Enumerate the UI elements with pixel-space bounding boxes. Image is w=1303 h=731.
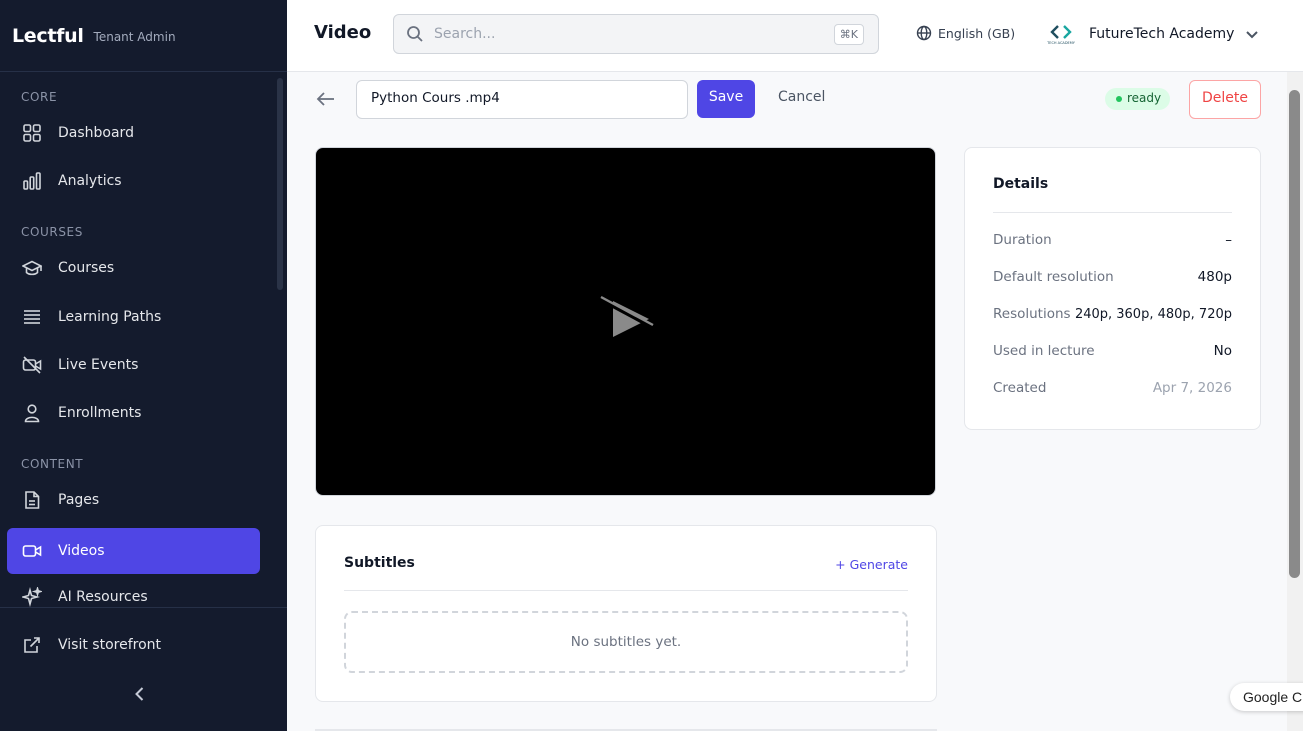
detail-row-duration: Duration – xyxy=(993,230,1232,250)
arrow-left-icon xyxy=(316,92,334,106)
detail-row-used-in-lecture: Used in lecture No xyxy=(993,341,1232,361)
layers-icon xyxy=(22,307,42,327)
section-content: CONTENT xyxy=(21,457,84,471)
search-input[interactable] xyxy=(434,26,814,42)
detail-row-resolutions: Resolutions 240p, 360p, 480p, 720p xyxy=(993,304,1232,324)
language-label: English (GB) xyxy=(938,25,1016,41)
top-bar: Video ⌘K English (GB) TECH ACADEMY Futur… xyxy=(287,0,1303,72)
subtitles-card: Subtitles + Generate No subtitles yet. xyxy=(315,525,937,702)
detail-key: Used in lecture xyxy=(993,343,1095,359)
video-player[interactable] xyxy=(315,147,936,496)
detail-key: Duration xyxy=(993,232,1052,248)
search-shortcut-badge: ⌘K xyxy=(833,24,864,45)
subtitles-title: Subtitles xyxy=(344,555,415,571)
org-switcher[interactable]: TECH ACADEMY FutureTech Academy xyxy=(1047,20,1260,48)
collapse-sidebar-button[interactable] xyxy=(130,682,150,706)
subtitles-divider xyxy=(344,590,908,591)
sidebar-item-label: Dashboard xyxy=(58,125,134,141)
external-link-icon xyxy=(22,635,42,655)
user-icon xyxy=(22,403,42,423)
detail-value: 480p xyxy=(1197,269,1232,285)
detail-key: Created xyxy=(993,380,1047,396)
save-button[interactable]: Save xyxy=(697,80,755,118)
detail-row-default-resolution: Default resolution 480p xyxy=(993,267,1232,287)
details-divider xyxy=(993,212,1232,213)
org-name: FutureTech Academy xyxy=(1089,26,1235,42)
detail-key: Default resolution xyxy=(993,269,1114,285)
grid-icon xyxy=(22,123,42,143)
status-label: ready xyxy=(1127,91,1162,105)
org-logo: TECH ACADEMY xyxy=(1047,20,1075,48)
globe-icon xyxy=(916,25,932,41)
sparkles-icon xyxy=(22,587,42,607)
sidebar-nav: CORE Dashboard Analytics COURSES Courses xyxy=(0,72,287,607)
delete-button[interactable]: Delete xyxy=(1189,80,1261,119)
detail-value: No xyxy=(1213,343,1232,359)
sidebar-item-videos[interactable]: Videos xyxy=(7,528,260,574)
generate-subtitles-button[interactable]: + Generate xyxy=(835,557,908,572)
sidebar-item-ai-resources[interactable]: AI Resources xyxy=(7,574,260,607)
cancel-button[interactable]: Cancel xyxy=(770,80,833,114)
sidebar-item-label: Enrollments xyxy=(58,405,142,421)
language-selector[interactable]: English (GB) xyxy=(916,25,1015,41)
sidebar: Lectful Tenant Admin CORE Dashboard Anal… xyxy=(0,0,287,731)
status-badge: ready xyxy=(1105,88,1171,110)
brand-name[interactable]: Lectful xyxy=(12,25,84,47)
detail-row-created: Created Apr 7, 2026 xyxy=(993,378,1232,398)
sidebar-item-live-events[interactable]: Live Events xyxy=(7,342,260,388)
details-card: Details Duration – Default resolution 48… xyxy=(964,147,1261,430)
sidebar-item-dashboard[interactable]: Dashboard xyxy=(7,110,260,156)
file-icon xyxy=(22,490,42,510)
sidebar-footer: Visit storefront xyxy=(0,607,287,731)
detail-value: Apr 7, 2026 xyxy=(1152,380,1232,396)
sidebar-scrollbar[interactable] xyxy=(277,78,283,290)
section-courses: COURSES xyxy=(21,225,83,239)
section-core: CORE xyxy=(21,90,58,104)
sidebar-item-label: Learning Paths xyxy=(58,309,162,325)
detail-value: – xyxy=(1225,232,1232,248)
sidebar-item-courses[interactable]: Courses xyxy=(7,245,260,291)
chevron-down-icon xyxy=(1246,31,1259,39)
brand: Lectful Tenant Admin xyxy=(0,0,287,72)
video-off-icon xyxy=(22,355,42,375)
sidebar-item-label: Live Events xyxy=(58,357,139,373)
chevron-left-icon xyxy=(135,687,144,701)
detail-key: Resolutions xyxy=(993,306,1071,322)
bar-chart-icon xyxy=(22,171,42,191)
search-box[interactable]: ⌘K xyxy=(393,14,879,54)
sidebar-item-analytics[interactable]: Analytics xyxy=(7,158,260,204)
sidebar-item-label: AI Resources xyxy=(58,589,148,605)
org-logo-text: TECH ACADEMY xyxy=(1047,41,1075,45)
storefront-label: Visit storefront xyxy=(58,637,161,653)
details-title: Details xyxy=(993,176,1049,192)
search-icon xyxy=(407,26,423,42)
play-disabled-icon xyxy=(599,295,655,337)
scrollbar-thumb[interactable] xyxy=(1289,90,1300,578)
brand-subtitle: Tenant Admin xyxy=(93,30,176,44)
back-button[interactable] xyxy=(315,88,339,112)
sidebar-item-label: Pages xyxy=(58,492,100,508)
graduation-cap-icon xyxy=(22,258,42,278)
status-dot-icon xyxy=(1116,96,1122,102)
visit-storefront-link[interactable]: Visit storefront xyxy=(7,622,260,668)
sidebar-item-pages[interactable]: Pages xyxy=(7,477,260,523)
page-title: Video xyxy=(314,22,372,43)
detail-value: 240p, 360p, 480p, 720p xyxy=(1074,306,1232,322)
google-translate-widget[interactable]: Google C xyxy=(1230,683,1303,711)
subtitles-empty-state: No subtitles yet. xyxy=(344,611,908,673)
sidebar-item-label: Courses xyxy=(58,260,115,276)
sidebar-item-learning-paths[interactable]: Learning Paths xyxy=(7,294,260,340)
video-icon xyxy=(22,541,42,561)
sidebar-item-enrollments[interactable]: Enrollments xyxy=(7,390,260,436)
page-scrollbar[interactable] xyxy=(1287,72,1303,731)
video-title-input[interactable] xyxy=(356,80,688,119)
sidebar-item-label: Analytics xyxy=(58,173,122,189)
sidebar-item-label: Videos xyxy=(58,543,105,559)
